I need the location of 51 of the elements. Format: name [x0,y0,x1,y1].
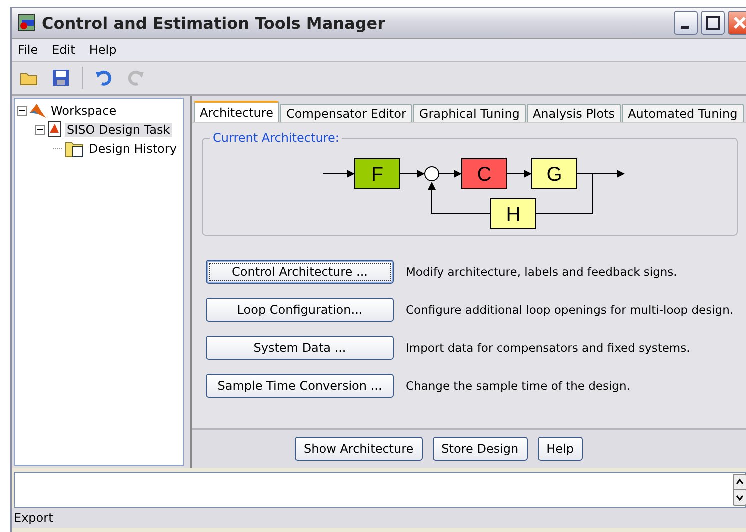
tree-item[interactable]: Workspace [49,104,119,118]
menu-item[interactable]: Edit [52,43,76,57]
minimize-icon[interactable] [674,11,698,35]
window-title: Control and Estimation Tools Manager [42,14,386,32]
action-description: Change the sample time of the design. [406,379,630,393]
sum-junction [424,166,440,182]
peak-logo-icon [29,102,47,118]
action-button[interactable]: Control Architecture ... [206,260,394,284]
app-icon [18,14,36,32]
toolbar-button[interactable] [50,67,72,89]
tab[interactable]: Graphical Tuning [413,104,526,122]
action-description: Configure additional loop openings for multi-loop design. [406,303,734,317]
arrow [576,170,625,178]
collapse-icon[interactable] [35,124,45,134]
close-icon[interactable] [728,11,746,35]
menu-item[interactable]: File [18,43,38,57]
tree-item[interactable]: SISO Design Task [65,122,172,136]
folder-icon [65,140,85,158]
action-description: Modify architecture, labels and feedback signs. [406,265,678,279]
action-button[interactable]: Sample Time Conversion ... [206,374,394,398]
action-description: Import data for compensators and fixed systems. [406,341,690,355]
maximize-icon[interactable] [701,11,725,35]
footer-button[interactable]: Help [538,437,583,461]
collapse-icon[interactable] [17,106,27,116]
transfer-block: G [532,158,578,190]
tab[interactable]: Architecture [194,101,280,122]
arrow [322,170,355,178]
action-button[interactable]: System Data ... [206,336,394,360]
status-text: Export [12,508,746,528]
document-icon [47,121,63,138]
arrow [506,170,532,178]
tab[interactable]: Compensator Editor [280,104,412,122]
redo-icon [126,68,146,88]
group-title: Current Architecture: [210,131,342,145]
tree-item[interactable]: Design History [87,142,179,156]
footer-button[interactable]: Store Design [432,437,528,461]
save-icon [51,68,71,88]
scroll-up-icon[interactable] [733,474,746,491]
arrow [400,170,425,178]
arrow-head [428,182,436,190]
transfer-block: C [462,158,508,190]
tab[interactable]: Automated Tuning [622,104,744,122]
transfer-block: F [354,158,400,190]
menu-item[interactable]: Help [89,43,117,57]
tab[interactable]: Analysis Plots [526,104,622,122]
arrow [438,170,462,178]
transfer-block: H [490,198,536,230]
scroll-down-icon[interactable] [733,489,746,506]
footer-button[interactable]: Show Architecture [295,437,423,461]
undo-icon [94,68,114,88]
action-button[interactable]: Loop Configuration... [206,298,394,322]
